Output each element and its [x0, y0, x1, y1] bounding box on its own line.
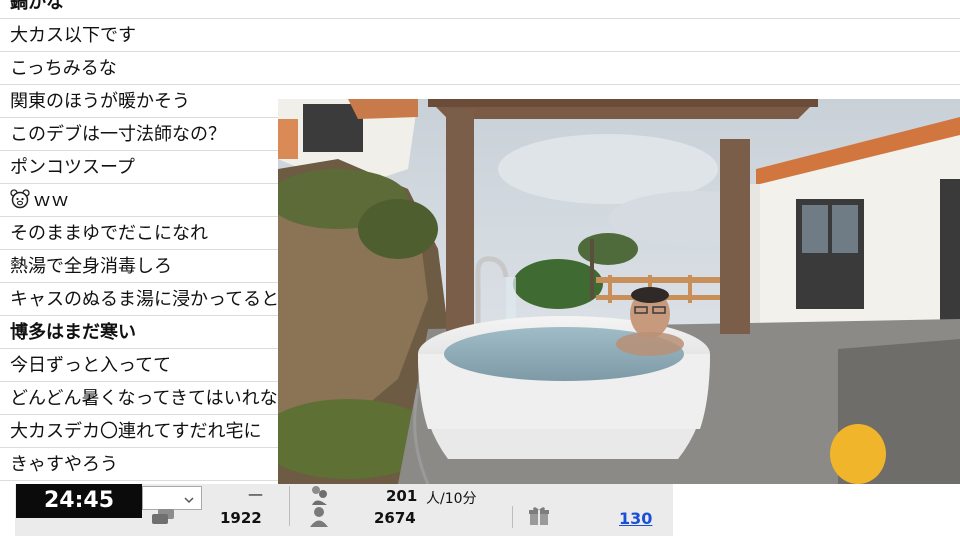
chevron-down-icon: [183, 491, 195, 510]
comment-text: そのままゆでだこになれ: [10, 223, 208, 244]
comment-item: 大カス以下です: [0, 19, 960, 52]
comment-item: こっちみるな: [0, 52, 960, 85]
comment-text: こっちみるな: [10, 58, 117, 79]
comment-text: 大カス以下です: [10, 25, 136, 46]
comment-text: ｗｗ: [33, 190, 69, 211]
comment-text: 今日ずっと入ってて: [10, 355, 172, 376]
dash-placeholder: —: [248, 485, 263, 503]
viewers-unit: 人/10分: [426, 491, 477, 507]
comment-text: きゃすやろう: [10, 454, 118, 475]
video-frame: [278, 99, 960, 484]
comment-text: 大カスデカ〇連れてすだれ宅に: [10, 421, 262, 442]
gift-box-icon: [528, 506, 550, 530]
comment-text: キャスのぬるま湯に浸かってるとい: [10, 289, 298, 310]
comment-text: 博多はまだ寒い: [10, 322, 136, 343]
comment-text: 鍋かな: [10, 0, 64, 13]
divider: [512, 506, 513, 528]
divider: [289, 486, 290, 526]
comment-text: どんどん暑くなってきてはいれなくな: [10, 388, 314, 409]
total-viewers: 2674: [374, 509, 416, 527]
comment-count: 1922: [220, 509, 262, 527]
viewers-per-10min: 201: [386, 487, 418, 505]
speech-bubble-icon: [150, 507, 176, 531]
comment-text: このデブは一寸法師なの？: [10, 124, 226, 145]
comment-item: 鍋かな: [0, 0, 960, 19]
gift-count-link[interactable]: 130: [619, 509, 652, 528]
comment-text: 熱湯で全身消毒しろ: [10, 256, 172, 277]
person-icon: [308, 505, 330, 531]
comment-text: ポンコツスープ: [10, 157, 135, 178]
elapsed-timer: 24:45: [16, 484, 142, 518]
video-player[interactable]: [278, 99, 960, 484]
bear-face-icon: [10, 187, 30, 209]
comment-text: 関東のほうが暖かそう: [10, 91, 190, 112]
